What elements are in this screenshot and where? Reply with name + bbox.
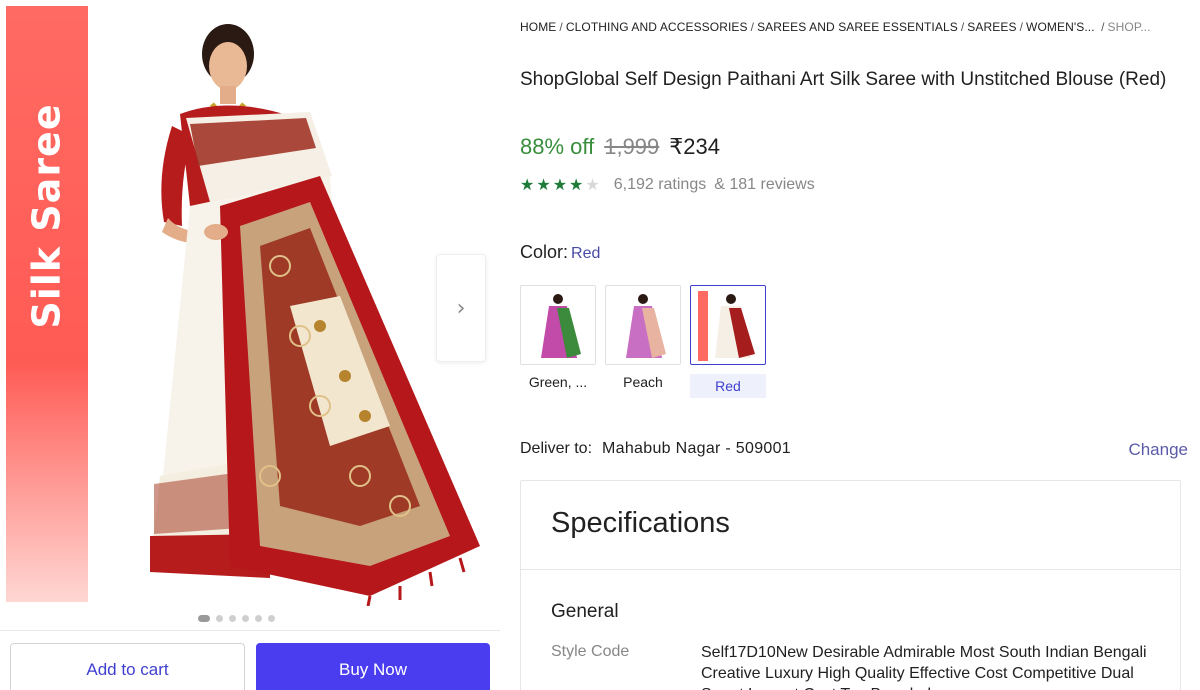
- breadcrumb-item[interactable]: WOMEN'S...: [1026, 20, 1095, 34]
- pager-dot[interactable]: [216, 615, 223, 622]
- breadcrumb: HOME / CLOTHING AND ACCESSORIES / SAREES AND…: [520, 20, 1151, 34]
- delivery-row: Deliver to: Mahabub Nagar - 509001: [520, 440, 791, 458]
- swatch-label-selected: Red: [690, 374, 766, 398]
- breadcrumb-item[interactable]: SAREES AND SAREE ESSENTIALS: [757, 20, 958, 34]
- banner-text: Silk Saree: [25, 103, 69, 329]
- star-rating: ★ ★ ★ ★ ★: [520, 175, 600, 194]
- star-empty-icon: ★: [585, 175, 600, 194]
- chevron-right-icon: ›: [456, 295, 466, 321]
- selected-color: Red: [571, 245, 601, 262]
- product-title: ShopGlobal Self Design Paithani Art Silk…: [520, 69, 1167, 90]
- pager-dot[interactable]: [198, 615, 210, 622]
- pager-dot[interactable]: [242, 615, 249, 622]
- delivery-location: Mahabub Nagar - 509001: [602, 440, 791, 457]
- breadcrumb-item[interactable]: CLOTHING AND ACCESSORIES: [566, 20, 748, 34]
- star-icon: ★: [536, 175, 551, 194]
- color-swatch-red[interactable]: [690, 285, 766, 365]
- selling-price: ₹234: [669, 134, 720, 159]
- breadcrumb-item[interactable]: SAREES: [967, 20, 1016, 34]
- buy-now-button[interactable]: Buy Now: [256, 643, 490, 690]
- mrp-price: 1,999: [604, 134, 660, 159]
- saree-model-illustration: [150, 24, 480, 606]
- breadcrumb-item[interactable]: HOME: [520, 20, 556, 34]
- change-location-link[interactable]: Change: [1128, 440, 1188, 460]
- discount-percent: 88% off: [520, 134, 595, 159]
- star-icon: ★: [520, 175, 535, 194]
- color-label-text: Color:: [520, 242, 569, 262]
- spec-group-title: General: [551, 601, 619, 622]
- product-info: HOME / CLOTHING AND ACCESSORIES / SAREES AND…: [520, 0, 1200, 690]
- product-image[interactable]: Silk Saree ›: [0, 0, 500, 612]
- pager-dot[interactable]: [268, 615, 275, 622]
- color-label: Color: Red: [520, 242, 600, 263]
- swatch-thumbnail: [527, 290, 589, 362]
- swatch-label: Green, ...: [528, 374, 588, 390]
- breadcrumb-item[interactable]: SHOP...: [1108, 20, 1151, 34]
- swatch-thumbnail: [697, 290, 759, 362]
- image-pager-dots: [198, 615, 275, 622]
- pager-dot[interactable]: [229, 615, 236, 622]
- pager-dot[interactable]: [255, 615, 262, 622]
- divider: [521, 569, 1180, 570]
- star-icon: ★: [552, 175, 568, 194]
- product-gallery: Silk Saree › Add to cart Buy Now: [0, 0, 500, 690]
- ratings-count: 6,192 ratings: [613, 175, 707, 193]
- color-swatch-peach[interactable]: [605, 285, 681, 365]
- specifications-title: Specifications: [551, 507, 730, 539]
- rating-row[interactable]: ★ ★ ★ ★ ★ 6,192 ratings & 181 reviews: [520, 175, 815, 194]
- price-row: 88% off 1,999 ₹234: [520, 134, 720, 160]
- next-image-button[interactable]: ›: [436, 254, 486, 362]
- star-icon: ★: [569, 175, 584, 194]
- spec-key: Style Code: [551, 643, 630, 660]
- reviews-count: & 181 reviews: [714, 175, 815, 193]
- banner-text-wrap: Silk Saree: [6, 6, 88, 426]
- spec-value: Self17D10New Desirable Admirable Most So…: [701, 644, 1147, 690]
- deliver-label: Deliver to:: [520, 440, 593, 457]
- action-bar: Add to cart Buy Now: [0, 630, 500, 690]
- color-swatch-green[interactable]: [520, 285, 596, 365]
- specifications-card: Specifications General Style Code Self17…: [520, 480, 1181, 690]
- add-to-cart-button[interactable]: Add to cart: [10, 643, 245, 690]
- swatch-thumbnail: [612, 290, 674, 362]
- swatch-label: Peach: [623, 374, 663, 390]
